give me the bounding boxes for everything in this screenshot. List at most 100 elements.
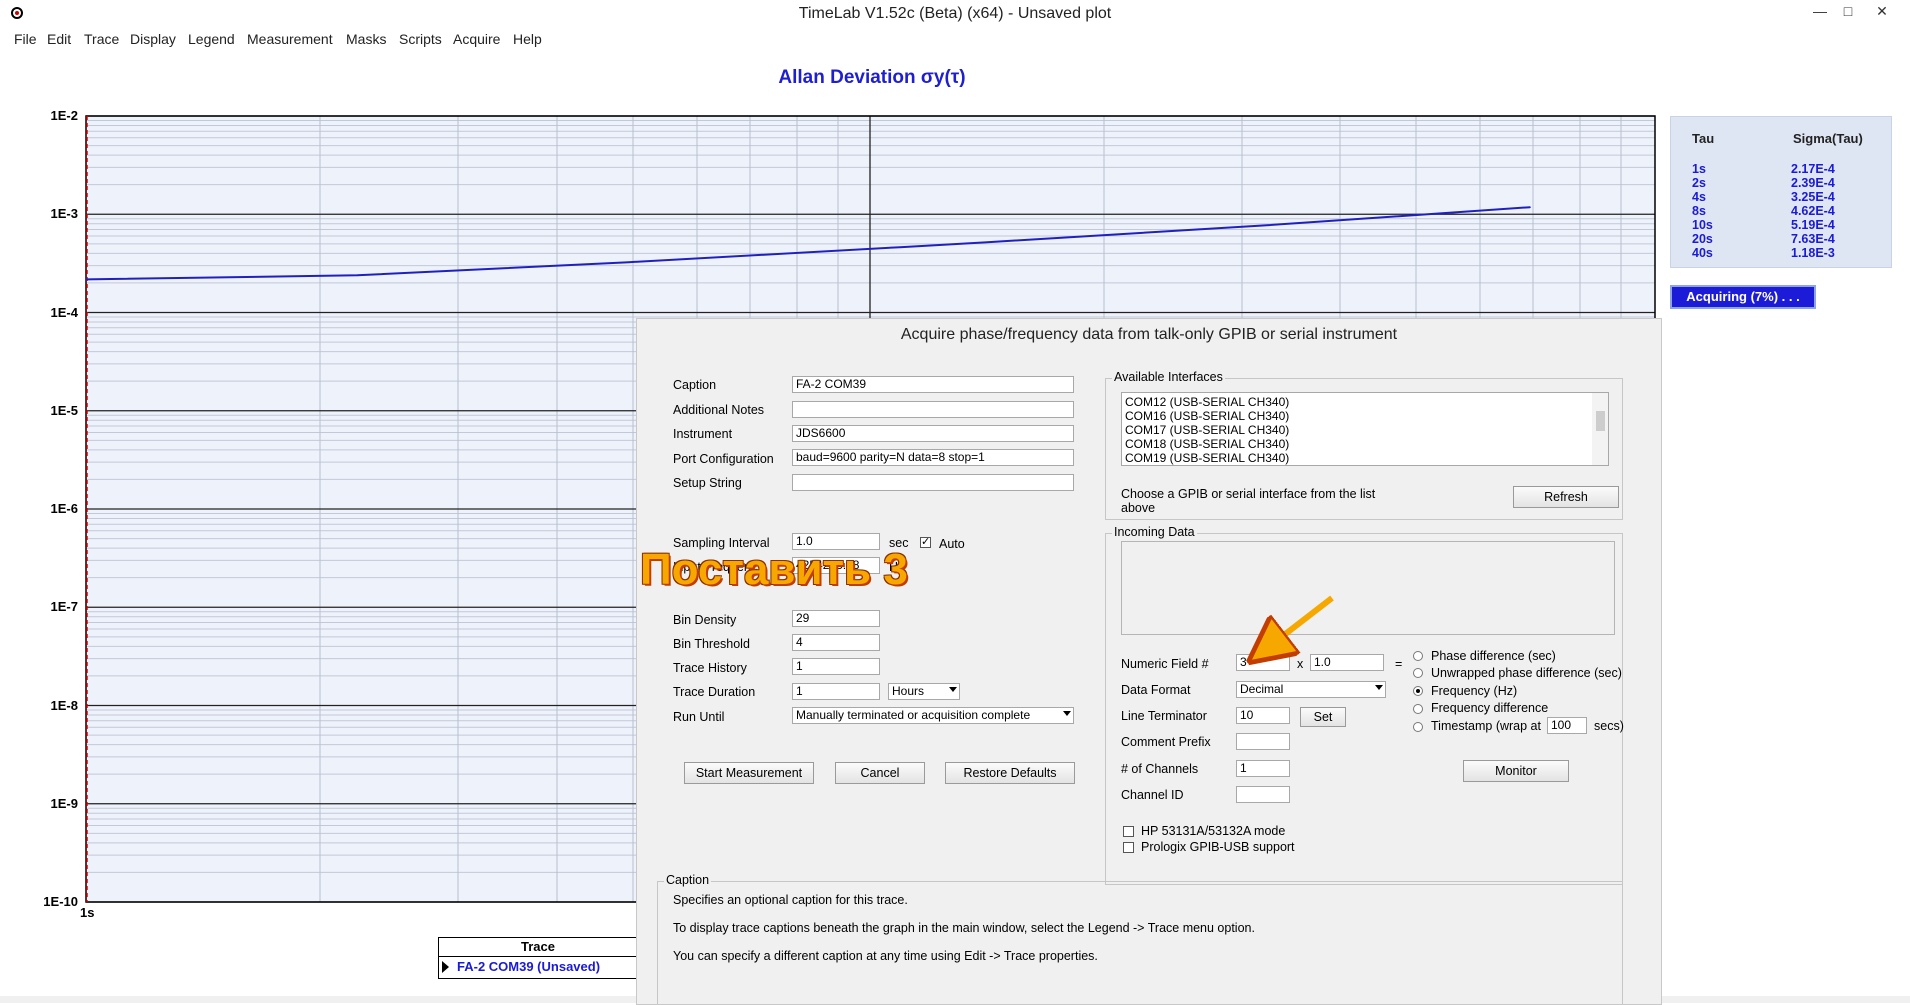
radio-frequency-difference-label: Frequency difference <box>1431 701 1549 715</box>
table-row: 20s 7.63E-4 <box>1692 232 1835 246</box>
y-tick-label: 1E-7 <box>50 599 78 615</box>
y-tick-label: 1E-6 <box>50 501 78 516</box>
list-item[interactable]: COM19 (USB-SERIAL CH340) <box>1125 451 1289 465</box>
port-config-field[interactable]: baud=9600 parity=N data=8 stop=1 <box>792 449 1074 466</box>
dialog-title: Acquire phase/frequency data from talk-o… <box>900 326 1398 343</box>
setup-string-label: Setup String <box>673 476 742 490</box>
trace-history-field[interactable]: 1 <box>792 658 880 675</box>
interface-list[interactable]: COM12 (USB-SERIAL CH340) COM16 (USB-SERI… <box>1121 392 1609 466</box>
data-format-select[interactable]: Decimal <box>1236 681 1386 698</box>
radio-frequency[interactable] <box>1413 686 1423 696</box>
tau-sigma-table: Tau Sigma(Tau) 1s 2.17E-4 2s 2.39E-4 4s 3.2… <box>1670 116 1892 268</box>
set-button[interactable]: Set <box>1300 707 1346 727</box>
prologix-checkbox[interactable] <box>1123 842 1134 853</box>
data-point <box>356 274 359 277</box>
start-measurement-button[interactable]: Start Measurement <box>684 762 814 784</box>
trace-history-label: Trace History <box>673 661 747 675</box>
auto-checkbox[interactable]: ✓ <box>920 537 931 548</box>
scrollbar-thumb[interactable] <box>1596 411 1605 431</box>
acquiring-status: Acquiring (7%) . . . <box>1670 285 1816 309</box>
list-item[interactable]: COM16 (USB-SERIAL CH340) <box>1125 409 1289 423</box>
list-item[interactable]: COM17 (USB-SERIAL CH340) <box>1125 423 1289 437</box>
comment-prefix-label: Comment Prefix <box>1121 735 1211 749</box>
data-point <box>899 246 901 248</box>
sigma-header: Sigma(Tau) <box>1793 131 1863 146</box>
radio-unwrapped-phase[interactable] <box>1413 668 1423 678</box>
caption-field[interactable]: FA-2 COM39 <box>792 376 1074 393</box>
hp-mode-label: HP 53131A/53132A mode <box>1141 824 1286 838</box>
list-item[interactable]: COM18 (USB-SERIAL CH340) <box>1125 437 1289 451</box>
cancel-button[interactable]: Cancel <box>835 762 925 784</box>
available-interfaces-title: Available Interfaces <box>1112 370 1225 384</box>
trace-legend-table: Trace FA-2 COM39 (Unsaved) <box>438 937 638 979</box>
notes-label: Additional Notes <box>673 403 765 417</box>
close-icon[interactable]: ✕ <box>1862 0 1902 24</box>
monitor-button[interactable]: Monitor <box>1463 760 1569 782</box>
trace-duration-field[interactable]: 1 <box>792 683 880 700</box>
data-point <box>627 261 630 264</box>
restore-defaults-button[interactable]: Restore Defaults <box>945 762 1075 784</box>
data-point <box>1257 224 1260 227</box>
port-config-label: Port Configuration <box>673 452 774 466</box>
line-terminator-field[interactable]: 10 <box>1236 707 1290 724</box>
trace-item[interactable]: FA-2 COM39 (Unsaved) <box>457 959 600 974</box>
caption-label: Caption <box>673 378 717 392</box>
trace-duration-label: Trace Duration <box>673 685 756 699</box>
setup-string-field[interactable] <box>792 474 1074 491</box>
instrument-label: Instrument <box>673 427 733 441</box>
row-pointer-icon <box>442 961 449 973</box>
y-tick-label: 1E-5 <box>50 402 78 418</box>
table-row: 10s 5.19E-4 <box>1692 218 1835 232</box>
table-row: 4s 3.25E-4 <box>1692 190 1835 204</box>
table-row: 40s 1.18E-3 <box>1692 246 1835 260</box>
radio-frequency-difference[interactable] <box>1413 704 1423 714</box>
y-tick-label: 1E-2 <box>50 108 78 123</box>
auto-label: Auto <box>939 537 965 551</box>
y-tick-label: 1E-9 <box>50 795 78 811</box>
data-point <box>986 241 989 244</box>
help-line: Specifies an optional caption for this t… <box>673 893 908 907</box>
run-until-label: Run Until <box>673 710 725 724</box>
equals-sign: = <box>1395 657 1403 671</box>
radio-phase-difference[interactable] <box>1413 651 1423 661</box>
table-row: 1s 2.17E-4 <box>1692 162 1835 176</box>
bin-density-label: Bin Density <box>673 613 737 627</box>
radio-timestamp[interactable] <box>1413 722 1423 732</box>
comment-prefix-field[interactable] <box>1236 733 1290 750</box>
notes-field[interactable] <box>792 401 1074 418</box>
radio-phase-difference-label: Phase difference (sec) <box>1431 649 1556 663</box>
line-terminator-label: Line Terminator <box>1121 709 1207 723</box>
y-tick-label: 1E-8 <box>50 697 78 713</box>
instrument-field[interactable]: JDS6600 <box>792 425 1074 442</box>
annotation-text: Поставить 3 <box>640 545 908 594</box>
bin-threshold-field[interactable]: 4 <box>792 634 880 651</box>
run-until-select[interactable]: Manually terminated or acquisition compl… <box>792 707 1074 724</box>
channels-field[interactable]: 1 <box>1236 760 1290 777</box>
hp-mode-checkbox[interactable] <box>1123 826 1134 837</box>
incoming-data-title: Incoming Data <box>1112 525 1197 539</box>
prologix-label: Prologix GPIB-USB support <box>1141 840 1295 854</box>
channels-label: # of Channels <box>1121 762 1199 776</box>
help-line: To display trace captions beneath the gr… <box>673 921 1255 935</box>
channel-id-field[interactable] <box>1236 786 1290 803</box>
y-tick-label: 1E-10 <box>43 894 78 909</box>
interface-hint: Choose a GPIB or serial interface from t… <box>1121 487 1376 513</box>
radio-timestamp-label: Timestamp (wrap at <box>1431 719 1541 733</box>
table-row: 8s 4.62E-4 <box>1692 204 1835 218</box>
refresh-button[interactable]: Refresh <box>1513 486 1619 508</box>
radio-frequency-label: Frequency (Hz) <box>1431 684 1518 698</box>
trace-header: Trace <box>439 938 637 957</box>
acquire-dialog: Acquire phase/frequency data from talk-o… <box>636 318 1662 1005</box>
duration-unit-select[interactable]: Hours <box>888 683 960 700</box>
secs-label: secs) <box>1594 719 1624 733</box>
list-scrollbar[interactable] <box>1592 393 1608 465</box>
chevron-down-icon <box>1063 711 1071 716</box>
annotation-arrow <box>1240 595 1334 670</box>
chevron-down-icon <box>949 687 957 692</box>
y-tick-label: 1E-4 <box>50 304 78 320</box>
help-group-title: Caption <box>664 873 712 887</box>
list-item[interactable]: COM12 (USB-SERIAL CH340) <box>1125 395 1289 409</box>
bin-density-field[interactable]: 29 <box>792 610 880 627</box>
wrap-field[interactable]: 100 <box>1547 717 1587 734</box>
table-row: 2s 2.39E-4 <box>1692 176 1835 190</box>
